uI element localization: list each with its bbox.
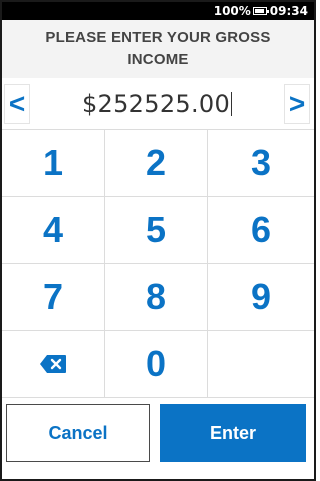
amount-value: $252525.00	[81, 90, 231, 118]
prompt-line-2: INCOME	[127, 51, 189, 68]
key-2[interactable]: 2	[105, 130, 208, 197]
device-frame: 100% 09:34 PLEASE ENTER YOUR GROSS INCOM…	[0, 0, 316, 481]
backspace-key[interactable]	[2, 331, 105, 398]
key-0[interactable]: 0	[105, 331, 208, 398]
text-caret	[231, 92, 233, 116]
amount-row: < $252525.00 >	[2, 80, 314, 128]
battery-percent: 100%	[213, 4, 251, 18]
enter-button[interactable]: Enter	[160, 404, 306, 462]
key-3[interactable]: 3	[208, 130, 314, 197]
cancel-button[interactable]: Cancel	[6, 404, 150, 462]
numeric-keypad: 1 2 3 4 5 6 7 8 9 0	[2, 129, 314, 398]
prompt-header: PLEASE ENTER YOUR GROSS INCOME	[2, 20, 314, 78]
key-8[interactable]: 8	[105, 264, 208, 331]
backspace-icon	[40, 355, 66, 373]
key-6[interactable]: 6	[208, 197, 314, 264]
status-bar: 100% 09:34	[2, 2, 314, 20]
clock: 09:34	[269, 4, 308, 18]
prompt-line-1: PLEASE ENTER YOUR GROSS	[45, 29, 271, 46]
key-7[interactable]: 7	[2, 264, 105, 331]
action-bar: Cancel Enter	[2, 400, 314, 466]
key-1[interactable]: 1	[2, 130, 105, 197]
prompt-title: PLEASE ENTER YOUR GROSS INCOME	[45, 27, 270, 71]
amount-input[interactable]: $252525.00	[30, 90, 284, 118]
key-4[interactable]: 4	[2, 197, 105, 264]
battery-icon	[252, 7, 269, 15]
empty-key	[208, 331, 314, 398]
next-arrow-button[interactable]: >	[284, 84, 310, 124]
key-9[interactable]: 9	[208, 264, 314, 331]
previous-arrow-button[interactable]: <	[4, 84, 30, 124]
key-5[interactable]: 5	[105, 197, 208, 264]
